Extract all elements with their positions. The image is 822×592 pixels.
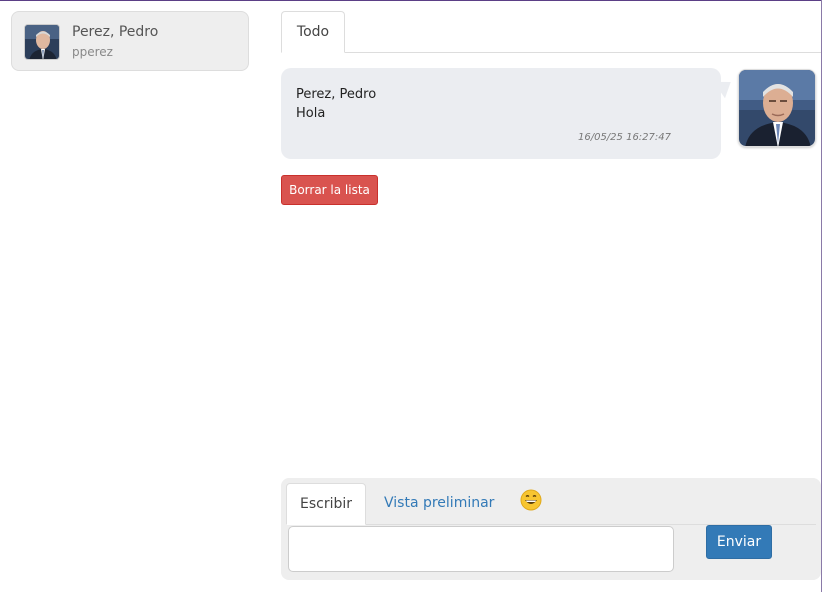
message-author: Perez, Pedro: [296, 87, 377, 102]
user-avatar: [24, 24, 60, 60]
message-avatar: [738, 69, 816, 147]
message-composer: Escribir Vista preliminar Enviar: [281, 478, 821, 580]
tab-write[interactable]: Escribir: [286, 483, 366, 525]
tab-preview[interactable]: Vista preliminar: [384, 495, 494, 511]
user-name: Perez, Pedro: [72, 24, 159, 40]
user-login: pperez: [72, 45, 113, 59]
window-top-border: [0, 0, 822, 1]
message-input[interactable]: [288, 526, 674, 572]
send-button[interactable]: Enviar: [706, 525, 772, 559]
message-text: Hola: [296, 106, 326, 121]
tab-todo[interactable]: Todo: [281, 11, 345, 53]
tabs-divider: [281, 52, 821, 53]
user-card[interactable]: Perez, Pedro pperez: [11, 11, 249, 71]
message-bubble: Perez, Pedro Hola 16/05/25 16:27:47: [281, 68, 721, 159]
grinning-face-icon[interactable]: [520, 489, 542, 511]
clear-list-button[interactable]: Borrar la lista: [281, 175, 378, 205]
message-timestamp: 16/05/25 16:27:47: [577, 132, 671, 143]
